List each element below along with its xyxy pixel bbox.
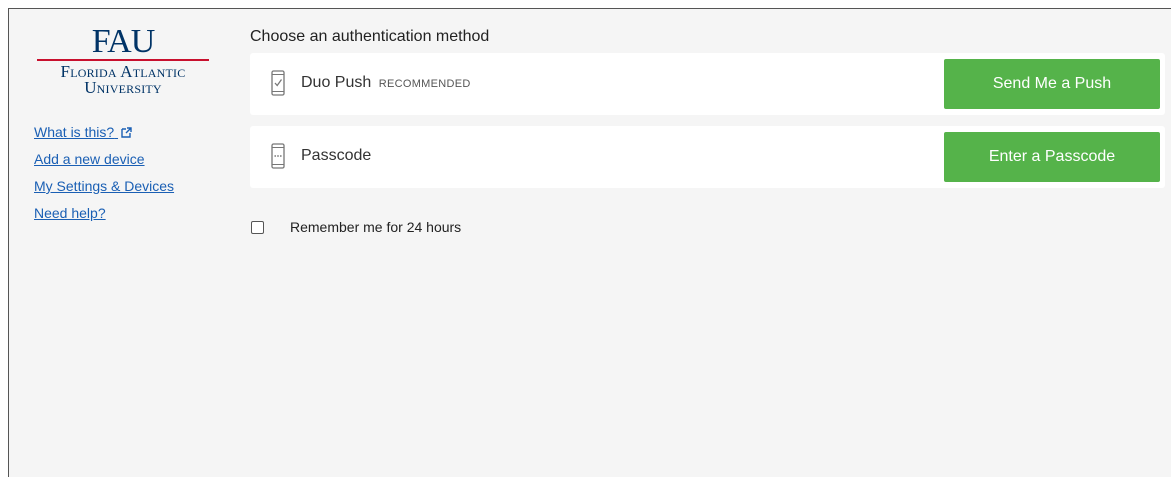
what-is-this-link[interactable]: What is this? — [34, 119, 174, 146]
logo-mark: FAU — [91, 23, 156, 60]
add-new-device-link[interactable]: Add a new device — [34, 146, 174, 173]
sidebar-links: What is this? Add a new device My Settin… — [34, 119, 174, 227]
what-is-this-label: What is this? — [34, 124, 115, 140]
enter-passcode-button[interactable]: Enter a Passcode — [944, 132, 1160, 182]
remember-me-label[interactable]: Remember me for 24 hours — [290, 219, 461, 235]
remember-me: Remember me for 24 hours — [250, 217, 461, 237]
phone-check-icon — [271, 70, 285, 96]
recommended-badge: RECOMMENDED — [378, 78, 471, 90]
auth-method-passcode: Passcode Enter a Passcode — [250, 126, 1165, 188]
auth-main: Choose an authentication method Duo Push… — [250, 9, 1165, 235]
passcode-label: Passcode — [301, 146, 371, 166]
auth-method-duo-push: Duo Push RECOMMENDED Send Me a Push — [250, 53, 1165, 115]
logo-line-university: University — [84, 78, 162, 97]
passcode-text: Passcode — [301, 147, 372, 164]
settings-devices-link[interactable]: My Settings & Devices — [34, 173, 174, 200]
page-title: Choose an authentication method — [250, 28, 490, 45]
need-help-link[interactable]: Need help? — [34, 200, 174, 227]
phone-keypad-icon — [271, 143, 285, 169]
fau-logo: FAU Florida Atlantic University — [33, 25, 213, 96]
remember-me-checkbox[interactable] — [251, 220, 264, 234]
send-push-button[interactable]: Send Me a Push — [944, 59, 1160, 109]
duo-push-label: Duo Push RECOMMENDED — [301, 73, 471, 94]
duo-push-text: Duo Push — [301, 74, 372, 91]
sidebar: FAU Florida Atlantic University What is … — [9, 9, 239, 477]
duo-prompt-frame: FAU Florida Atlantic University What is … — [8, 8, 1171, 477]
external-link-icon — [121, 127, 132, 138]
